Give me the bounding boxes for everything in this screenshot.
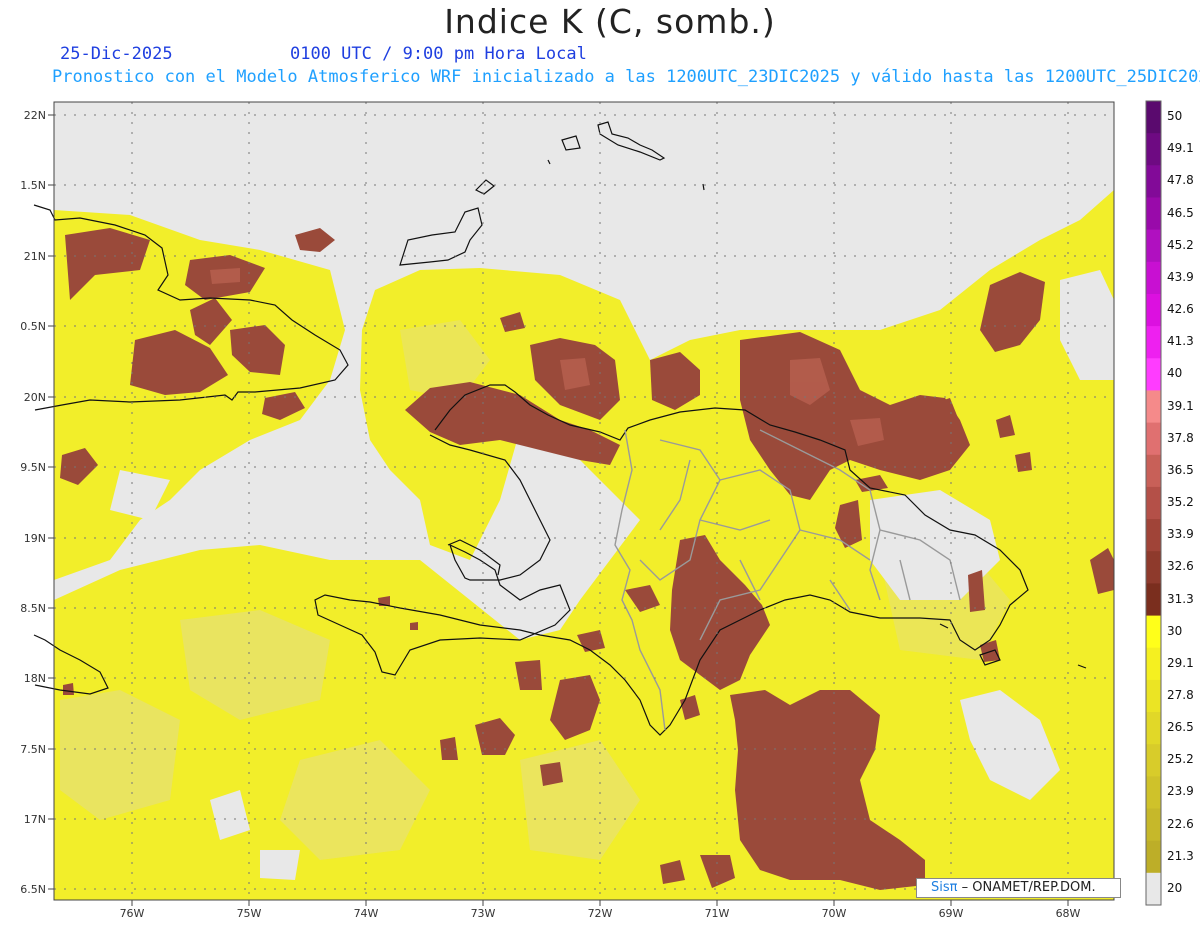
colorbar-tick-label: 22.6 bbox=[1167, 816, 1194, 831]
colorbar-tick-label: 41.3 bbox=[1167, 334, 1194, 349]
colorbar-swatch bbox=[1146, 101, 1161, 134]
lat-label: 19N bbox=[24, 532, 46, 545]
colorbar-swatch bbox=[1146, 422, 1161, 456]
colorbar-tick-label: 30 bbox=[1167, 623, 1183, 638]
colorbar-swatch bbox=[1146, 454, 1161, 488]
colorbar-swatch bbox=[1146, 197, 1161, 231]
lon-label: 69W bbox=[939, 907, 964, 920]
lon-label: 76W bbox=[120, 907, 145, 920]
colorbar-tick-label: 37.8 bbox=[1167, 430, 1194, 445]
colorbar-swatch bbox=[1146, 519, 1161, 552]
colorbar-tick-label: 26.5 bbox=[1167, 720, 1194, 735]
colorbar-swatch bbox=[1146, 486, 1161, 520]
colorbar-swatch bbox=[1146, 326, 1161, 359]
colorbar-tick-label: 49.1 bbox=[1167, 141, 1194, 156]
colorbar-tick-label: 47.8 bbox=[1167, 173, 1194, 188]
credit-text: – ONAMET/REP.DOM. bbox=[961, 880, 1096, 895]
colorbar-swatch bbox=[1146, 261, 1161, 295]
lon-label: 73W bbox=[471, 907, 496, 920]
colorbar-swatch bbox=[1146, 776, 1161, 810]
colorbar-swatch bbox=[1146, 679, 1161, 713]
lat-label: 7.5N bbox=[20, 743, 46, 756]
colorbar-tick-label: 39.1 bbox=[1167, 398, 1194, 413]
colorbar-swatch bbox=[1146, 808, 1161, 842]
lat-label: 22N bbox=[24, 109, 46, 122]
colorbar-tick-label: 40 bbox=[1167, 366, 1183, 381]
colorbar-swatch bbox=[1146, 647, 1161, 681]
lat-label: 9.5N bbox=[20, 461, 46, 474]
lat-label: 8.5N bbox=[20, 602, 46, 615]
credit-box: Sisπ – ONAMET/REP.DOM. bbox=[916, 878, 1121, 898]
colorbar-tick-label: 29.1 bbox=[1167, 655, 1194, 670]
colorbar-tick-label: 42.6 bbox=[1167, 302, 1194, 316]
colorbar-tick-label: 32.6 bbox=[1167, 559, 1194, 574]
colorbar-tick-label: 36.5 bbox=[1167, 462, 1194, 477]
colorbar-swatch bbox=[1146, 165, 1161, 198]
colorbar-swatch bbox=[1146, 390, 1161, 424]
colorbar-tick-label: 31.3 bbox=[1167, 591, 1194, 606]
colorbar-swatch bbox=[1146, 294, 1161, 327]
lon-label: 71W bbox=[705, 907, 730, 920]
colorbar-swatch bbox=[1146, 872, 1161, 906]
credit-brand: Sisπ bbox=[931, 880, 958, 895]
lat-label: 17N bbox=[24, 813, 46, 826]
colorbar-tick-label: 20 bbox=[1167, 880, 1183, 895]
lon-label: 70W bbox=[822, 907, 847, 920]
colorbar-swatch bbox=[1146, 712, 1161, 745]
colorbar-tick-label: 43.9 bbox=[1167, 269, 1194, 284]
colorbar-tick-label: 50 bbox=[1167, 109, 1183, 124]
colorbar-swatch bbox=[1146, 615, 1161, 649]
lon-label: 75W bbox=[237, 907, 262, 920]
colorbar-swatch bbox=[1146, 744, 1161, 777]
colorbar-tick-label: 45.2 bbox=[1167, 237, 1194, 252]
lon-label: 68W bbox=[1056, 907, 1081, 920]
lon-label: 72W bbox=[588, 907, 613, 920]
lon-labels: 76W 75W 74W 73W 72W 71W 70W 69W 68W bbox=[120, 907, 1081, 920]
colorbar-tick-label: 23.9 bbox=[1167, 784, 1194, 799]
colorbar-swatch bbox=[1146, 358, 1161, 391]
map-canvas: 22N 1.5N 21N 0.5N 20N 9.5N 19N 8.5N 18N … bbox=[20, 100, 1162, 920]
colorbar-tick-label: 35.2 bbox=[1167, 495, 1194, 509]
colorbar-swatch bbox=[1146, 840, 1161, 874]
colorbar-tick-label: 25.2 bbox=[1167, 752, 1194, 767]
lat-labels: 22N 1.5N 21N 0.5N 20N 9.5N 19N 8.5N 18N … bbox=[20, 109, 46, 896]
lon-label: 74W bbox=[354, 907, 379, 920]
lat-label: 6.5N bbox=[20, 883, 46, 896]
colorbar bbox=[1145, 100, 1162, 906]
colorbar-swatch bbox=[1146, 133, 1161, 166]
lat-label: 1.5N bbox=[20, 179, 46, 192]
colorbar-swatch bbox=[1146, 551, 1161, 584]
lat-label: 20N bbox=[24, 391, 46, 404]
colorbar-tick-label: 21.3 bbox=[1167, 848, 1194, 863]
colorbar-swatch bbox=[1146, 583, 1161, 617]
lat-label: 18N bbox=[24, 672, 46, 685]
colorbar-tick-label: 33.9 bbox=[1167, 527, 1194, 542]
colorbar-swatch bbox=[1146, 229, 1161, 263]
colorbar-tick-label: 46.5 bbox=[1167, 205, 1194, 220]
lat-label: 21N bbox=[24, 250, 46, 263]
colorbar-tick-label: 27.8 bbox=[1167, 688, 1194, 702]
lat-label: 0.5N bbox=[20, 320, 46, 333]
